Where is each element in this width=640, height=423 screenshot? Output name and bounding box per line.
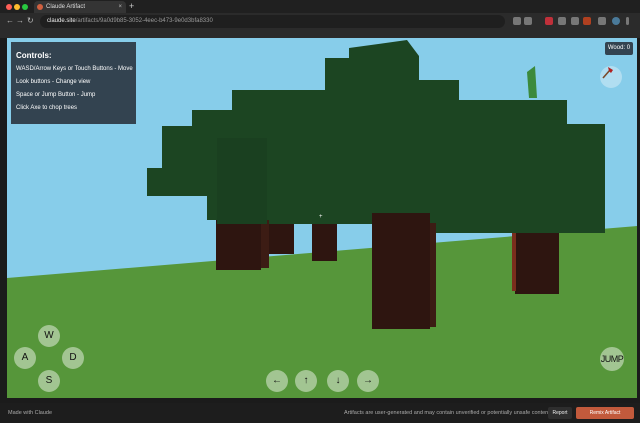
artifact-footer: Made with Claude Artifacts are user-gene… (0, 403, 640, 423)
maximize-window-button[interactable] (22, 4, 28, 10)
forward-arrow-icon[interactable]: → (16, 16, 24, 26)
controls-title: Controls: (16, 51, 52, 60)
control-hint-move: WASD/Arrow Keys or Touch Buttons - Move (16, 66, 133, 72)
tree-trunk-side (430, 223, 436, 327)
extension-orange-icon[interactable] (583, 17, 591, 25)
move-forward-button[interactable]: W (38, 325, 60, 347)
look-down-button[interactable]: ↓ (327, 370, 349, 392)
address-bar[interactable]: claude.site/artifacts/9a0d9b85-3052-4eec… (40, 15, 505, 28)
back-arrow-icon[interactable]: ← (6, 16, 14, 26)
tree-trunk (312, 223, 337, 261)
browser-chrome: Claude Artifact × + ← → ↻ claude.site/ar… (0, 0, 640, 38)
move-left-button[interactable]: A (14, 347, 36, 369)
wood-counter: Wood: 0 (605, 42, 633, 55)
profile-avatar[interactable] (612, 17, 620, 25)
extension-icon[interactable] (571, 17, 579, 25)
extension-red-icon[interactable] (545, 17, 553, 25)
control-hint-look: Look buttons - Change view (16, 79, 91, 85)
look-right-button[interactable]: → (357, 370, 379, 392)
close-window-button[interactable] (6, 4, 12, 10)
claude-favicon-icon (37, 4, 43, 10)
remix-artifact-button[interactable]: Remix Artifact (576, 407, 634, 419)
bookmark-star-icon[interactable] (524, 17, 532, 25)
browser-tab[interactable]: Claude Artifact × (34, 1, 126, 13)
tree-trunk (269, 220, 294, 254)
extension-icon[interactable] (513, 17, 521, 25)
jump-button[interactable]: JUMP (600, 347, 624, 371)
reload-icon[interactable]: ↻ (27, 16, 34, 26)
controls-panel: Controls: WASD/Arrow Keys or Touch Butto… (11, 42, 136, 124)
extensions-puzzle-icon[interactable] (598, 17, 606, 25)
url-host: claude.site (47, 18, 76, 24)
tab-close-icon[interactable]: × (118, 1, 122, 13)
tab-title: Claude Artifact (46, 4, 86, 10)
axe-icon (602, 67, 613, 79)
control-hint-axe: Click Axe to chop trees (16, 105, 78, 111)
tab-bar: Claude Artifact × + (0, 0, 640, 13)
move-right-button[interactable]: D (62, 347, 84, 369)
new-tab-icon[interactable]: + (129, 0, 134, 12)
move-back-button[interactable]: S (38, 370, 60, 392)
disclaimer-text: Artifacts are user-generated and may con… (344, 410, 552, 416)
made-with-claude[interactable]: Made with Claude (8, 403, 52, 423)
game-viewport[interactable]: Controls: WASD/Arrow Keys or Touch Butto… (7, 38, 637, 398)
control-hint-jump: Space or Jump Button - Jump (16, 92, 96, 98)
axe-button[interactable] (600, 66, 622, 88)
minimize-window-button[interactable] (14, 4, 20, 10)
extension-icon[interactable] (558, 17, 566, 25)
url-path: /artifacts/9a0d9b85-3052-4eec-b473-9e0d3… (75, 18, 213, 24)
tree-foliage-shade (217, 138, 267, 224)
crosshair: + (319, 214, 323, 220)
report-button[interactable]: Report (548, 407, 572, 419)
look-left-button[interactable]: ← (266, 370, 288, 392)
more-menu-icon[interactable] (626, 17, 629, 25)
look-up-button[interactable]: ↑ (295, 370, 317, 392)
tree-trunk (372, 213, 430, 329)
